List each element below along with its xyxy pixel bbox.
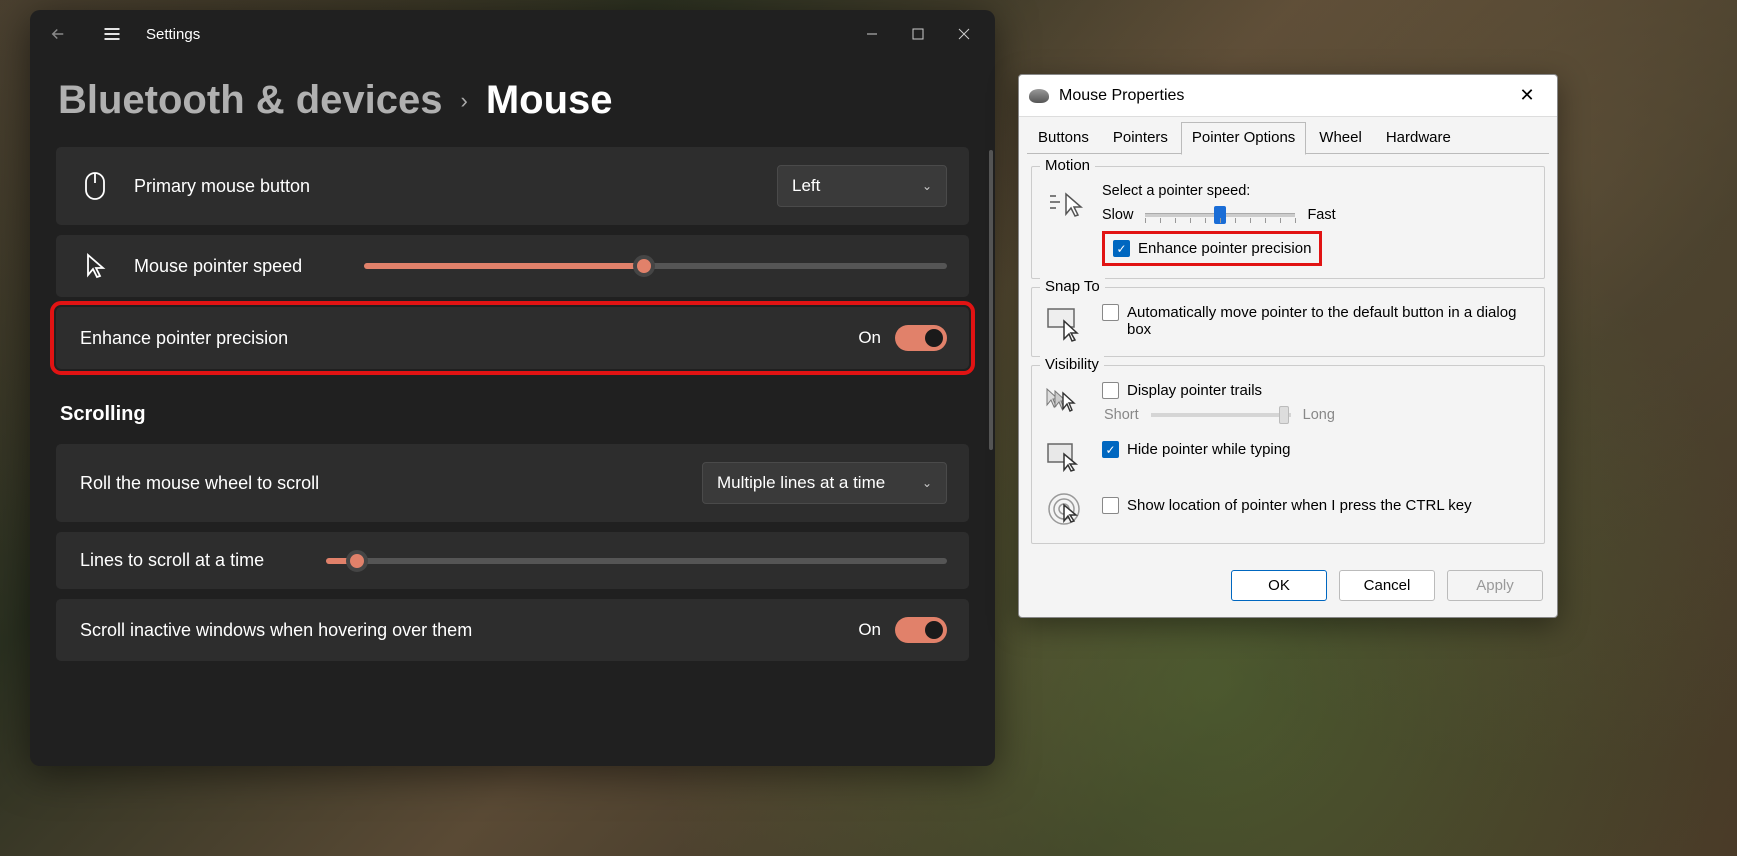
motion-group-title: Motion [1040, 157, 1095, 174]
cursor-icon [78, 253, 112, 279]
chevron-right-icon: › [461, 88, 468, 114]
visibility-group: Visibility Display pointer trails [1031, 365, 1545, 544]
pointer-speed-prompt: Select a pointer speed: [1102, 183, 1532, 199]
hide-pointer-label: Hide pointer while typing [1127, 441, 1290, 458]
motion-group: Motion Select a pointer speed: Slow [1031, 166, 1545, 279]
enhance-precision-state: On [858, 328, 881, 348]
roll-wheel-label: Roll the mouse wheel to scroll [80, 473, 319, 494]
chevron-down-icon: ⌄ [922, 179, 932, 193]
dialog-titlebar: Mouse Properties ✕ [1019, 75, 1557, 117]
inactive-windows-toggle[interactable]: On [858, 617, 947, 643]
scrollbar[interactable] [989, 150, 993, 450]
cancel-button[interactable]: Cancel [1339, 570, 1435, 601]
enhance-pointer-precision-row: Enhance pointer precision On [56, 307, 969, 369]
primary-mouse-button-label: Primary mouse button [134, 176, 310, 197]
pointer-speed-slider[interactable] [364, 263, 947, 269]
lines-scroll-label: Lines to scroll at a time [80, 550, 264, 571]
snapto-group: Snap To Automatically move pointer to th… [1031, 287, 1545, 357]
display-trails-checkbox[interactable] [1102, 382, 1119, 399]
apply-button[interactable]: Apply [1447, 570, 1543, 601]
enhance-precision-highlight: Enhance pointer precision [1102, 231, 1322, 266]
tab-pointer-options[interactable]: Pointer Options [1181, 122, 1306, 155]
tab-buttons[interactable]: Buttons [1027, 122, 1100, 155]
trails-long-label: Long [1303, 407, 1335, 423]
pointer-speed-icon [1044, 183, 1088, 223]
settings-body: Primary mouse button Left ⌄ Mouse pointe… [30, 147, 995, 661]
hide-pointer-checkbox[interactable] [1102, 441, 1119, 458]
dialog-buttons: OK Cancel Apply [1019, 562, 1557, 617]
breadcrumb: Bluetooth & devices › Mouse [30, 58, 995, 147]
primary-mouse-button-value: Left [792, 176, 820, 196]
dialog-title: Mouse Properties [1059, 87, 1184, 105]
slow-label: Slow [1102, 207, 1133, 223]
primary-mouse-button-row: Primary mouse button Left ⌄ [56, 147, 969, 225]
chevron-down-icon: ⌄ [922, 476, 932, 490]
breadcrumb-parent[interactable]: Bluetooth & devices [58, 78, 443, 123]
enhance-precision-toggle[interactable]: On [858, 325, 947, 351]
roll-wheel-value: Multiple lines at a time [717, 473, 885, 493]
settings-window: Settings Bluetooth & devices › Mouse Pri… [30, 10, 995, 766]
titlebar: Settings [30, 10, 995, 58]
snapto-checkbox[interactable] [1102, 304, 1119, 321]
roll-wheel-select[interactable]: Multiple lines at a time ⌄ [702, 462, 947, 504]
inactive-windows-row: Scroll inactive windows when hovering ov… [56, 599, 969, 661]
enhance-precision-checkbox-label: Enhance pointer precision [1138, 240, 1311, 257]
inactive-windows-state: On [858, 620, 881, 640]
mouse-properties-dialog: Mouse Properties ✕ Buttons Pointers Poin… [1018, 74, 1558, 618]
ctrl-locate-label: Show location of pointer when I press th… [1127, 497, 1472, 514]
lines-scroll-slider[interactable] [326, 558, 947, 564]
tab-hardware[interactable]: Hardware [1375, 122, 1462, 155]
pointer-trails-icon [1044, 382, 1088, 422]
ctrl-locate-checkbox[interactable] [1102, 497, 1119, 514]
fast-label: Fast [1307, 207, 1335, 223]
close-button[interactable] [941, 10, 987, 58]
hide-pointer-icon [1044, 437, 1088, 477]
mouse-small-icon [1029, 89, 1049, 103]
tab-wheel[interactable]: Wheel [1308, 122, 1373, 155]
enhance-precision-checkbox[interactable] [1113, 240, 1130, 257]
dialog-body: Motion Select a pointer speed: Slow [1019, 154, 1557, 562]
inactive-windows-label: Scroll inactive windows when hovering ov… [80, 620, 472, 641]
snapto-icon [1044, 304, 1088, 344]
dialog-tabs: Buttons Pointers Pointer Options Wheel H… [1019, 117, 1557, 154]
primary-mouse-button-select[interactable]: Left ⌄ [777, 165, 947, 207]
ctrl-locate-icon [1044, 491, 1088, 531]
mouse-icon [78, 171, 112, 201]
minimize-button[interactable] [849, 10, 895, 58]
window-title: Settings [146, 26, 200, 43]
pointer-speed-label: Mouse pointer speed [134, 256, 302, 277]
back-button[interactable] [38, 10, 78, 58]
roll-wheel-row: Roll the mouse wheel to scroll Multiple … [56, 444, 969, 522]
ok-button[interactable]: OK [1231, 570, 1327, 601]
menu-button[interactable] [92, 10, 132, 58]
display-trails-label: Display pointer trails [1127, 382, 1262, 399]
tab-pointers[interactable]: Pointers [1102, 122, 1179, 155]
trails-length-slider [1151, 413, 1291, 417]
scrolling-section-header: Scrolling [56, 379, 969, 434]
pointer-speed-row: Mouse pointer speed [56, 235, 969, 297]
breadcrumb-current: Mouse [486, 78, 613, 123]
maximize-button[interactable] [895, 10, 941, 58]
enhance-precision-label: Enhance pointer precision [80, 328, 288, 349]
dialog-close-button[interactable]: ✕ [1507, 85, 1547, 106]
snapto-checkbox-label: Automatically move pointer to the defaul… [1127, 304, 1532, 338]
lines-scroll-row: Lines to scroll at a time [56, 532, 969, 589]
pointer-speed-slider-dialog[interactable] [1145, 213, 1295, 217]
visibility-group-title: Visibility [1040, 356, 1104, 373]
trails-short-label: Short [1104, 407, 1139, 423]
snapto-group-title: Snap To [1040, 278, 1105, 295]
